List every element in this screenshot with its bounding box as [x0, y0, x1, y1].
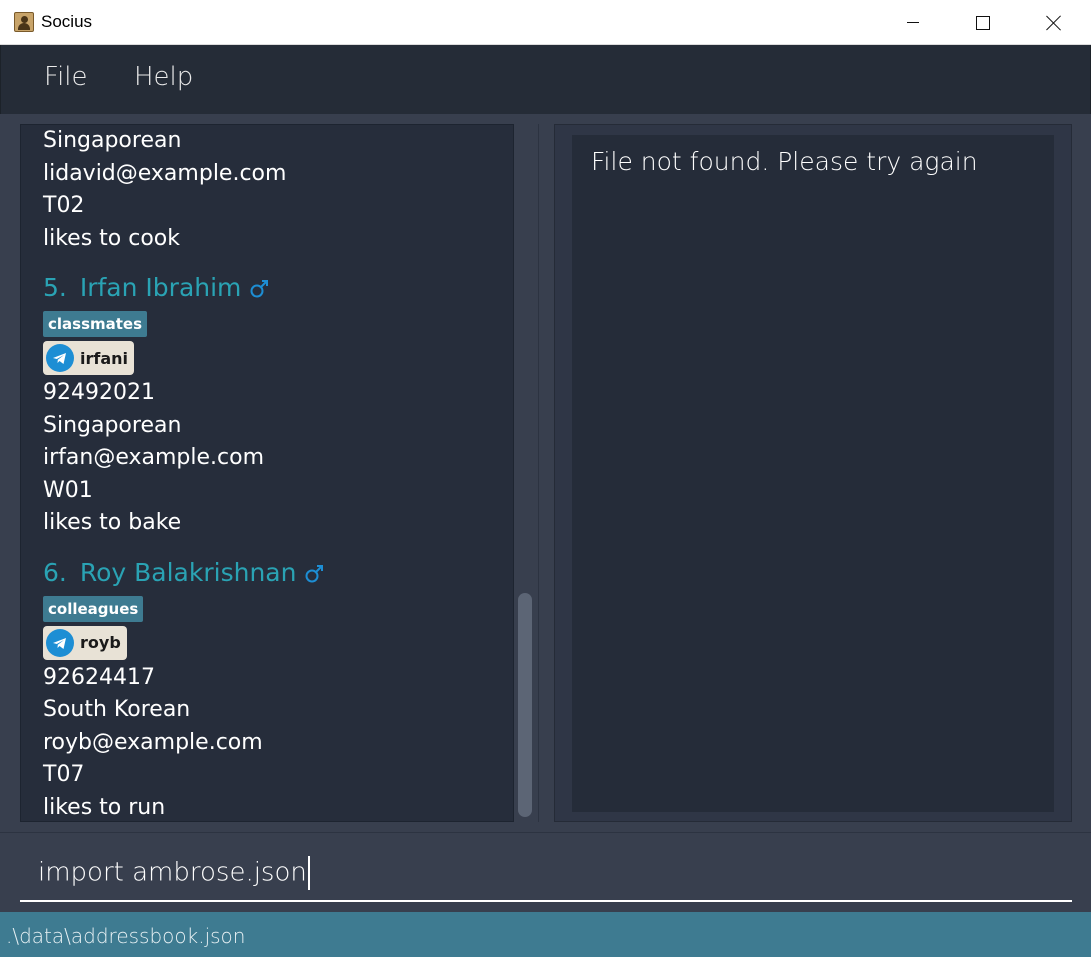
- result-display[interactable]: File not found. Please try again: [572, 135, 1054, 812]
- email: lidavid@example.com: [43, 160, 287, 186]
- person-card[interactable]: 6. Roy Balakrishnan colleagues royb 9262…: [43, 552, 503, 822]
- tutorial-group: T02: [43, 193, 85, 218]
- telegram-handle: royb: [80, 633, 121, 652]
- nationality: Singaporean: [43, 412, 182, 438]
- nationality: Singaporean: [43, 128, 182, 153]
- close-icon: [1046, 15, 1062, 31]
- minimize-button[interactable]: [878, 0, 948, 45]
- person-index: 6.: [43, 557, 67, 587]
- text-caret: [307, 856, 310, 890]
- male-icon: [250, 280, 269, 298]
- email: irfan@example.com: [43, 445, 264, 470]
- phone: 92492021: [43, 380, 155, 405]
- person-card-partial[interactable]: Singaporean lidavid@example.com T02 like…: [43, 125, 503, 255]
- menu-bar: File Help: [0, 45, 1091, 114]
- remark: likes to bake: [43, 510, 182, 535]
- menu-file[interactable]: File: [44, 62, 88, 92]
- split-divider[interactable]: [538, 124, 539, 822]
- person-card-header: 6. Roy Balakrishnan: [43, 552, 503, 594]
- close-button[interactable]: [1019, 0, 1089, 45]
- maximize-button[interactable]: [948, 0, 1018, 45]
- save-location: .\data\addressbook.json: [6, 924, 246, 948]
- person-name: Roy Balakrishnan: [79, 557, 297, 587]
- person-card-header: 5. Irfan Ibrahim: [43, 267, 503, 309]
- telegram-icon: [46, 344, 74, 372]
- telegram-badge[interactable]: irfani: [43, 341, 135, 375]
- nationality: South Korean: [43, 697, 191, 722]
- window-title: Socius: [41, 12, 93, 31]
- status-bar: .\data\addressbook.json: [0, 912, 1091, 957]
- command-text: import ambrose.json: [38, 857, 307, 888]
- person-list: Singaporean lidavid@example.com T02 like…: [43, 125, 503, 822]
- app-icon: [14, 12, 34, 32]
- person-index: 5.: [43, 273, 67, 302]
- command-input[interactable]: import ambrose.json: [20, 842, 1072, 902]
- telegram-badge[interactable]: royb: [43, 625, 127, 660]
- person-card[interactable]: 5. Irfan Ibrahim classmates irfani 92492…: [43, 267, 503, 540]
- person-list-panel[interactable]: Singaporean lidavid@example.com T02 like…: [20, 124, 514, 822]
- telegram-handle: irfani: [80, 348, 129, 368]
- telegram-icon: [46, 628, 74, 657]
- maximize-icon: [976, 15, 990, 30]
- result-message: File not found. Please try again: [591, 147, 978, 176]
- tag-badge: colleagues: [43, 595, 144, 622]
- email: royb@example.com: [43, 729, 263, 755]
- person-name: Irfan Ibrahim: [79, 273, 242, 302]
- tutorial-group: T07: [43, 762, 85, 787]
- menu-help[interactable]: Help: [134, 62, 193, 92]
- tutorial-group: W01: [43, 477, 93, 503]
- remark: likes to cook: [43, 225, 181, 251]
- minimize-icon: [907, 22, 919, 23]
- list-scrollbar-thumb[interactable]: [518, 593, 532, 817]
- tag-badge: classmates: [43, 311, 148, 337]
- phone: 92624417: [43, 664, 155, 690]
- window-titlebar: Socius: [0, 0, 1091, 45]
- remark: likes to run: [43, 794, 166, 820]
- male-icon: [305, 564, 324, 582]
